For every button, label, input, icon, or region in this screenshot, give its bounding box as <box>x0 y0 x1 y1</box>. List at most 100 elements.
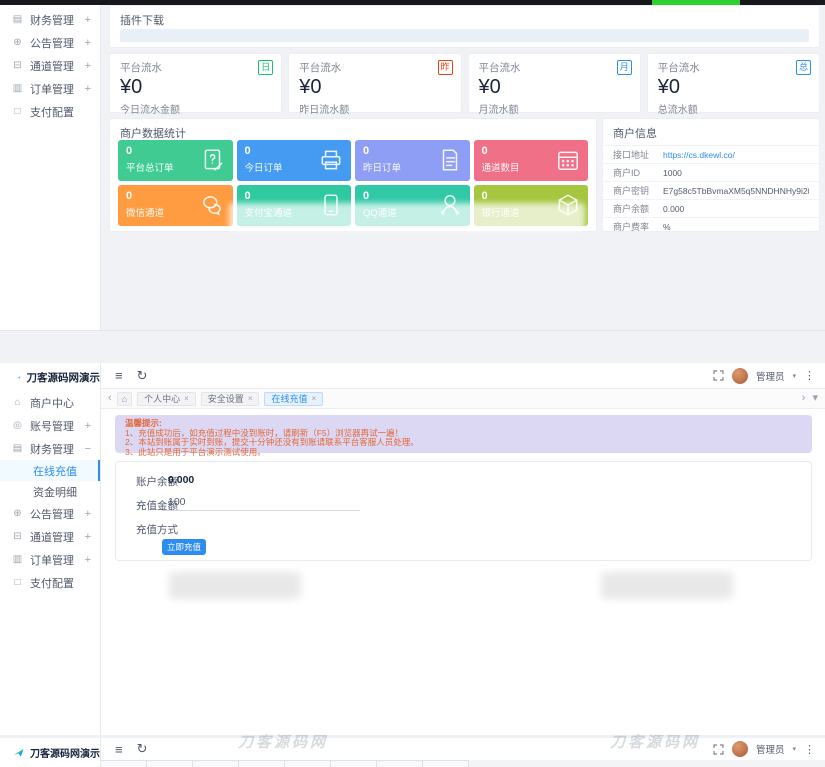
recharge-header: ≡ ↻ 管理员 ▾ ⋮ <box>101 363 825 389</box>
channel-icon: ⊟ <box>12 60 23 71</box>
sidebar-item-announcement[interactable]: ⊕ 公告管理 + <box>0 502 100 525</box>
sidebar-item-orders[interactable]: ▥ 订单管理 + <box>0 77 100 100</box>
sidebar-item-pay-config[interactable]: □ 支付配置 <box>0 100 100 123</box>
merchant-info-title: 商户信息 <box>603 119 819 141</box>
amount-input[interactable] <box>162 493 360 511</box>
sidebar-item-merchant-center[interactable]: ⌂ 商户中心 <box>0 391 100 414</box>
merchant-stats-title: 商户数据统计 <box>110 119 596 141</box>
orders-icon: ▥ <box>12 554 23 565</box>
expand-plus-icon[interactable]: + <box>85 37 91 49</box>
info-row-api-url: 接口地址 https://cs.dkewl.co/ <box>603 145 819 163</box>
app-logo-text: 刀客源码网演示 <box>30 745 100 760</box>
tab-label: 在线充值 <box>271 392 307 405</box>
collapse-menu-icon[interactable]: ≡ <box>115 368 123 383</box>
app-logo[interactable]: 刀客源码网演示 <box>0 738 100 767</box>
user-dropdown-caret-icon[interactable]: ▾ <box>792 745 796 753</box>
recharge-submit-button[interactable]: 立即充值 <box>162 539 206 555</box>
fullscreen-icon[interactable] <box>713 370 724 381</box>
dashboard-main: 插件下载 平台流水 日 ¥0 今日流水金额 平台流水 昨 ¥0 昨日流水额 平台… <box>101 5 825 330</box>
sidebar-item-finance[interactable]: ▤ 财务管理 − <box>0 437 100 460</box>
expand-plus-icon[interactable]: + <box>85 420 91 432</box>
orders-icon: ▥ <box>12 83 23 94</box>
tile-yesterday-orders[interactable]: 0 昨日订单 <box>355 140 470 181</box>
pay-config-icon: □ <box>12 577 23 588</box>
sidebar-subitem-funds-detail[interactable]: 资金明细 <box>0 481 100 502</box>
sidebar-item-label: 通道管理 <box>30 58 85 74</box>
tab-online-recharge[interactable]: 在线充值 × <box>264 392 323 406</box>
stat-card-title: 平台流水 <box>299 60 450 75</box>
dashboard-sidebar: ▤ 财务管理 + ⊕ 公告管理 + ⊟ 通道管理 + ▥ 订单管理 + □ 支付… <box>0 5 101 330</box>
merchant-balance-value: 0.000 <box>663 204 684 214</box>
tab-close-icon[interactable]: × <box>248 394 253 403</box>
user-dropdown-caret-icon[interactable]: ▾ <box>792 372 796 380</box>
stat-card-value: ¥0 <box>479 76 630 99</box>
user-avatar[interactable] <box>732 368 748 384</box>
tile-total-orders[interactable]: 0 平台总订单 <box>118 140 233 181</box>
table-header-cell <box>193 760 239 767</box>
stat-card-title: 平台流水 <box>120 60 271 75</box>
user-avatar[interactable] <box>732 741 748 757</box>
sidebar-subitem-online-recharge[interactable]: 在线充值 <box>0 460 100 481</box>
fullscreen-icon[interactable] <box>713 744 724 755</box>
sidebar-item-orders[interactable]: ▥ 订单管理 + <box>0 548 100 571</box>
day-badge: 日 <box>258 60 273 75</box>
plugin-download-bar[interactable] <box>120 29 809 42</box>
sidebar-subitem-label: 在线充值 <box>33 463 77 479</box>
screenshot-divider <box>0 330 825 331</box>
yesterday-badge: 昨 <box>438 60 453 75</box>
sidebar-item-label: 公告管理 <box>30 506 85 522</box>
sidebar-item-announcement[interactable]: ⊕ 公告管理 + <box>0 31 100 54</box>
paper-plane-icon <box>14 747 24 759</box>
screen: ▤ 财务管理 + ⊕ 公告管理 + ⊟ 通道管理 + ▥ 订单管理 + □ 支付… <box>0 0 825 767</box>
tab-security-settings[interactable]: 安全设置 × <box>201 392 260 406</box>
collapse-menu-icon[interactable]: ≡ <box>115 742 123 757</box>
expand-plus-icon[interactable]: + <box>85 554 91 566</box>
tab-close-icon[interactable]: × <box>312 394 317 403</box>
wechat-icon <box>200 192 226 223</box>
footer-sidebar: 刀客源码网演示 <box>0 738 101 767</box>
more-options-icon[interactable]: ⋮ <box>804 743 815 756</box>
collapse-minus-icon[interactable]: − <box>85 443 91 455</box>
tab-close-icon[interactable]: × <box>184 394 189 403</box>
stat-card-yesterday: 平台流水 昨 ¥0 昨日流水额 <box>288 53 461 113</box>
tab-personal-center[interactable]: 个人中心 × <box>137 392 196 406</box>
sidebar-item-channel[interactable]: ⊟ 通道管理 + <box>0 525 100 548</box>
sidebar-item-label: 支付配置 <box>30 104 91 120</box>
api-url-link[interactable]: https://cs.dkewl.co/ <box>663 150 735 160</box>
tab-scroll-left-icon[interactable]: ‹ <box>108 393 112 404</box>
merchant-info-panel: 商户信息 接口地址 https://cs.dkewl.co/ 商户ID 1000… <box>602 118 820 232</box>
expand-plus-icon[interactable]: + <box>85 14 91 26</box>
refresh-icon[interactable]: ↻ <box>137 368 148 384</box>
info-row-merchant-id: 商户ID 1000 <box>603 163 819 181</box>
expand-plus-icon[interactable]: + <box>85 531 91 543</box>
sidebar-item-channel[interactable]: ⊟ 通道管理 + <box>0 54 100 77</box>
recharge-content: 温馨提示: 1、充值成功后，如充值过程中没到账时，请刷新（F5）浏览器再试一遍！… <box>101 409 825 735</box>
sidebar-item-label: 公告管理 <box>30 35 85 51</box>
info-row-merchant-balance: 商户余额 0.000 <box>603 199 819 217</box>
sidebar-item-finance[interactable]: ▤ 财务管理 + <box>0 8 100 31</box>
stat-card-value: ¥0 <box>658 76 809 99</box>
expand-plus-icon[interactable]: + <box>85 60 91 72</box>
expand-plus-icon[interactable]: + <box>85 83 91 95</box>
sidebar-item-pay-config[interactable]: □ 支付配置 <box>0 571 100 594</box>
refresh-icon[interactable]: ↻ <box>137 741 148 757</box>
info-row-merchant-rate: 商户费率 % <box>603 217 819 232</box>
tile-today-orders[interactable]: 0 今日订单 <box>237 140 352 181</box>
tile-channel-count[interactable]: 0 通道数目 <box>474 140 589 181</box>
more-options-icon[interactable]: ⋮ <box>804 369 815 382</box>
tab-home[interactable]: ⌂ <box>117 392 132 406</box>
username-label[interactable]: 管理员 <box>756 369 785 383</box>
alert-line: 3、此站只是用于平台演示测试使用。 <box>125 448 802 458</box>
watermark-blur-patch <box>229 203 585 231</box>
tile-wechat-channel[interactable]: 0 微信通道 <box>118 185 233 226</box>
expand-plus-icon[interactable]: + <box>85 508 91 520</box>
merchant-center-icon: ⌂ <box>12 397 23 408</box>
sidebar-item-account[interactable]: ◎ 账号管理 + <box>0 414 100 437</box>
tab-scroll-right-icon[interactable]: › <box>802 393 806 404</box>
tab-list-dropdown-icon[interactable]: ▾ <box>812 393 818 404</box>
sidebar-item-label: 支付配置 <box>30 575 91 591</box>
stat-card-sublabel: 月流水额 <box>479 101 630 116</box>
app-logo[interactable]: 刀客源码网演示 <box>0 363 100 391</box>
username-label[interactable]: 管理员 <box>756 742 785 756</box>
merchant-key-value: E7g58c5TbBvmaXM5q5NNDHNHy9i20iDr <box>663 186 809 196</box>
